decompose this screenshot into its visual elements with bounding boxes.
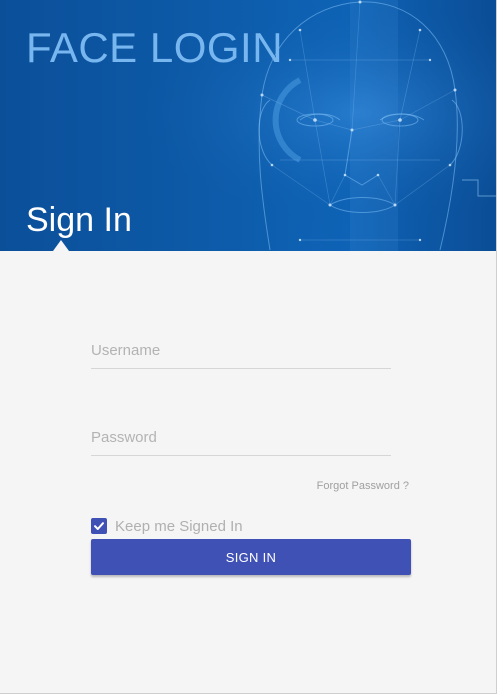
login-page: FACE LOGIN Sign In Forgot Password ? Kee… [0,0,497,694]
forgot-password-link[interactable]: Forgot Password ? [317,480,409,492]
header-banner: FACE LOGIN Sign In [0,0,496,251]
sign-in-button[interactable]: SIGN IN [91,539,411,575]
check-icon [94,522,104,530]
username-field-wrapper [91,334,391,369]
remember-me-label[interactable]: Keep me Signed In [115,518,243,535]
page-title: Sign In [26,201,132,239]
tab-pointer [53,240,69,251]
password-field-wrapper [91,421,391,456]
remember-me-row: Keep me Signed In [91,517,243,535]
brand-title: FACE LOGIN [26,24,284,71]
username-input[interactable] [91,334,391,366]
remember-me-checkbox[interactable] [91,518,107,534]
password-input[interactable] [91,421,391,453]
